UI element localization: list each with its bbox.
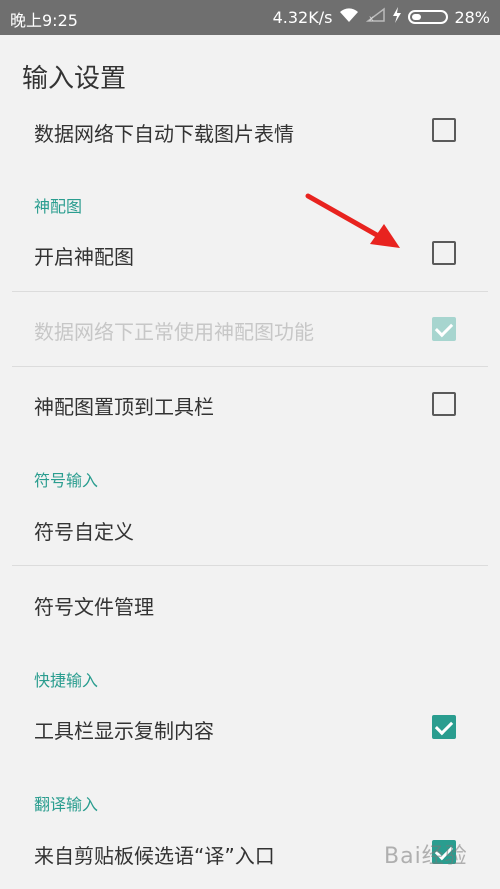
setting-label: 数据网络下正常使用神配图功能: [34, 320, 314, 344]
net-speed: 4.32K/s: [272, 7, 333, 27]
checkbox-normal-use-shenpeitu: [432, 317, 456, 341]
divider: [12, 291, 488, 292]
section-header-translate: 翻译输入: [34, 795, 99, 814]
setting-label: 数据网络下自动下载图片表情: [34, 122, 294, 146]
setting-symbol-file-manage[interactable]: 符号文件管理: [0, 578, 500, 628]
setting-label: 符号文件管理: [34, 595, 154, 619]
setting-pin-shenpeitu[interactable]: 神配图置顶到工具栏: [0, 378, 500, 428]
setting-symbol-custom[interactable]: 符号自定义: [0, 503, 500, 553]
section-header-quick: 快捷输入: [34, 671, 99, 690]
wifi-icon: [338, 7, 360, 27]
status-bar: 晚上9:25 4.32K/s x 28%: [0, 0, 500, 35]
red-arrow-annotation: [305, 193, 400, 248]
check-icon: [434, 318, 454, 338]
divider: [12, 366, 488, 367]
battery-percent: 28%: [454, 7, 490, 27]
svg-text:x: x: [369, 14, 374, 23]
checkbox-enable-shenpeitu[interactable]: [432, 241, 456, 265]
status-right: 4.32K/s x 28%: [273, 7, 490, 27]
setting-label: 开启神配图: [34, 245, 134, 269]
divider: [12, 565, 488, 566]
setting-label: 神配图置顶到工具栏: [34, 395, 214, 419]
status-time: 晚上9:25: [10, 11, 78, 30]
signal-icon: x: [366, 7, 386, 27]
page-title: 输入设置: [22, 64, 127, 94]
section-header-shenpeitu: 神配图: [34, 197, 83, 216]
checkbox-pin-shenpeitu[interactable]: [432, 392, 456, 416]
battery-fill: [412, 14, 422, 20]
check-icon: [434, 716, 454, 736]
checkbox-auto-download[interactable]: [432, 118, 456, 142]
charging-icon: [392, 7, 402, 27]
setting-label: 工具栏显示复制内容: [34, 719, 214, 743]
checkbox-toolbar-show-copy[interactable]: [432, 715, 456, 739]
section-header-symbol: 符号输入: [34, 471, 99, 490]
watermark: Bai经验: [384, 844, 468, 869]
setting-label: 符号自定义: [34, 520, 134, 544]
setting-toolbar-show-copy[interactable]: 工具栏显示复制内容: [0, 702, 500, 752]
setting-auto-download[interactable]: 数据网络下自动下载图片表情: [0, 105, 500, 155]
setting-label: 来自剪贴板候选语“译”入口: [34, 844, 275, 868]
battery-icon: [408, 10, 449, 24]
setting-normal-use-shenpeitu: 数据网络下正常使用神配图功能: [0, 303, 500, 353]
setting-enable-shenpeitu[interactable]: 开启神配图: [0, 228, 500, 278]
